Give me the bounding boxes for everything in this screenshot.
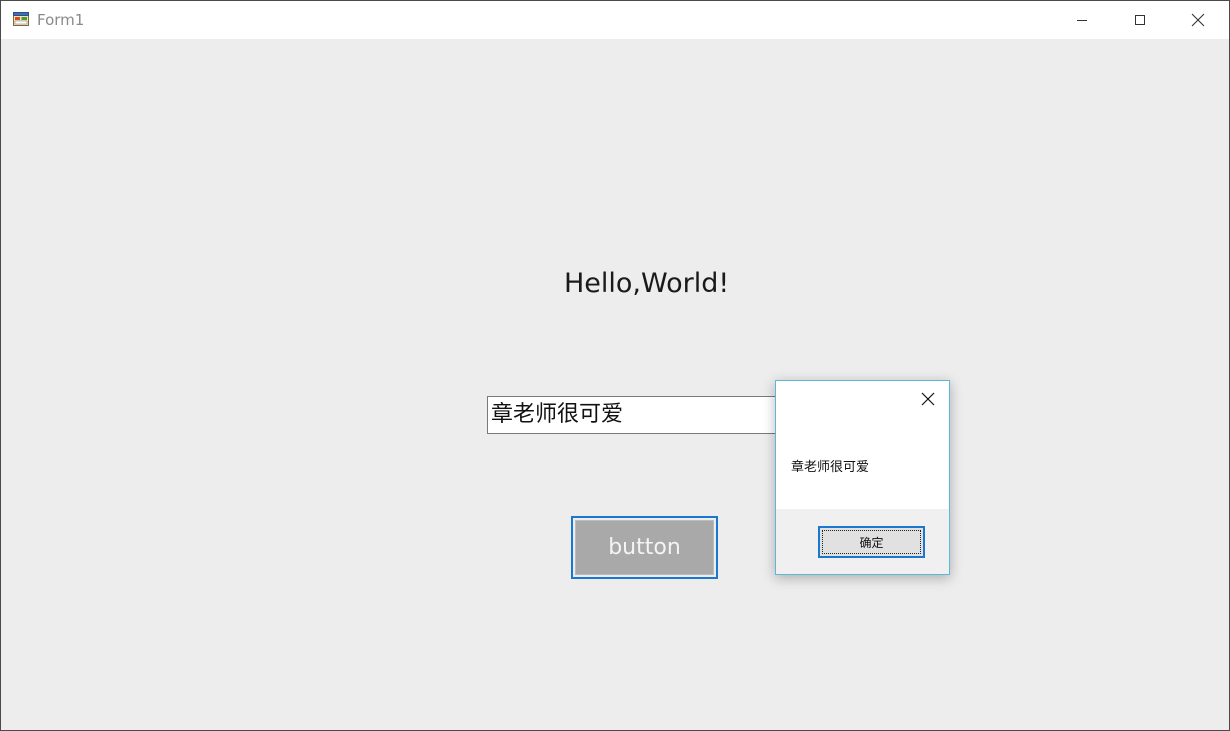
hello-label: Hello,World! — [564, 268, 730, 299]
ok-button[interactable]: 确定 — [818, 526, 925, 558]
maximize-icon — [1134, 14, 1146, 26]
app-form-icon — [13, 11, 29, 27]
message-box-close-button[interactable] — [914, 389, 942, 411]
message-box-dialog: 章老师很可爱 确定 — [775, 380, 950, 575]
minimize-icon — [1076, 14, 1088, 26]
maximize-button[interactable] — [1111, 1, 1169, 39]
close-icon — [921, 391, 935, 410]
form1-window: Form1 Hello,World! 章老师很可爱 button — [0, 0, 1230, 731]
main-button[interactable]: button — [571, 516, 718, 579]
ok-button-label: 确定 — [859, 535, 884, 550]
close-button[interactable] — [1169, 1, 1227, 39]
text-input[interactable]: 章老师很可爱 — [487, 396, 787, 434]
message-text: 章老师很可爱 — [791, 460, 870, 475]
message-box-footer: 确定 — [776, 509, 949, 574]
window-title: Form1 — [37, 11, 85, 29]
minimize-button[interactable] — [1053, 1, 1111, 39]
close-icon — [1191, 13, 1205, 27]
title-bar[interactable]: Form1 — [1, 1, 1229, 39]
form-client-area: Hello,World! 章老师很可爱 button — [1, 39, 1229, 730]
main-button-label: button — [575, 520, 714, 575]
